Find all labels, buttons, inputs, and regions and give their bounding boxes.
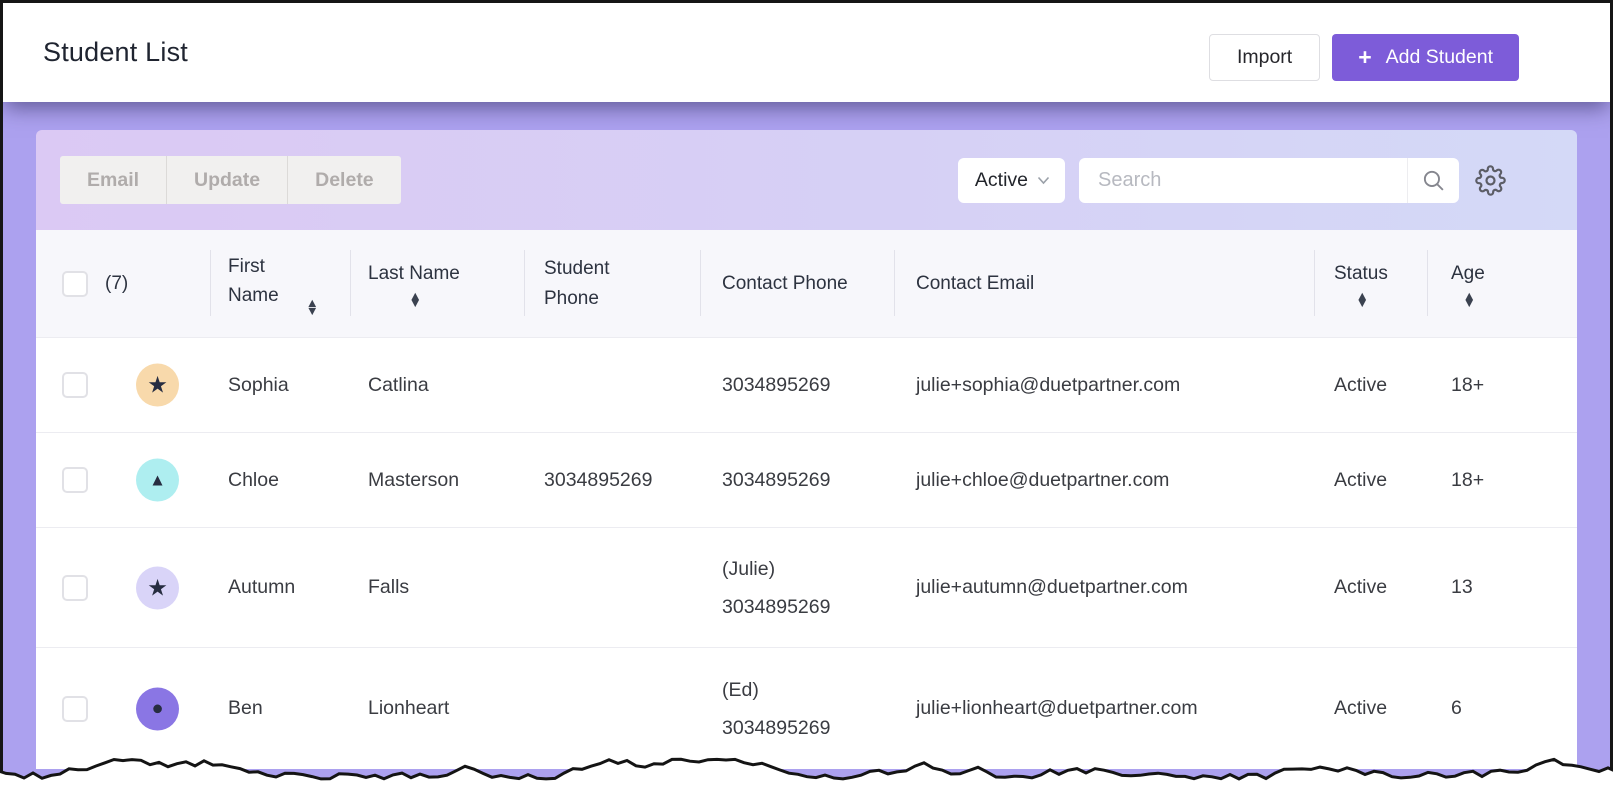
- table-row[interactable]: ● Ben Lionheart (Ed) 3034895269 julie+li…: [36, 647, 1577, 769]
- age-cell: 6: [1451, 697, 1462, 719]
- toolbar-right: Active: [957, 158, 1507, 203]
- student-phone-cell: 3034895269: [544, 468, 653, 491]
- contact-phone-cell: (Julie) 3034895269: [722, 557, 831, 618]
- search-box: [1079, 158, 1459, 203]
- sort-icon: ▲ ▼: [408, 288, 422, 311]
- sort-icon: ▲ ▼: [1462, 288, 1476, 311]
- row-checkbox[interactable]: [62, 695, 88, 722]
- contact-email-cell: julie+lionheart@duetpartner.com: [916, 697, 1198, 719]
- status-cell: Active: [1334, 468, 1388, 491]
- last-name-cell: Lionheart: [368, 697, 450, 719]
- first-name-cell: Chloe: [228, 468, 279, 491]
- update-button[interactable]: Update: [167, 156, 289, 204]
- import-button[interactable]: Import: [1208, 34, 1321, 81]
- row-checkbox[interactable]: [62, 467, 88, 493]
- settings-button[interactable]: [1473, 164, 1507, 198]
- app-header: Student List Import + Add Student: [3, 3, 1610, 102]
- column-header-contact-email: Contact Email: [894, 230, 1314, 337]
- status-cell: Active: [1334, 697, 1388, 719]
- age-cell: 13: [1451, 576, 1473, 598]
- first-name-cell: Autumn: [228, 576, 296, 598]
- search-icon: [1423, 170, 1444, 191]
- status-cell: Active: [1334, 373, 1388, 396]
- student-list-panel: Email Update Delete Active Search (7) Fi…: [36, 130, 1577, 769]
- column-header-first-name[interactable]: First Name ▲ ▼: [210, 230, 350, 337]
- table-row[interactable]: ★ Sophia Catlina 3034895269 julie+sophia…: [36, 337, 1577, 432]
- table-row[interactable]: ▲ Chloe Masterson 3034895269 3034895269 …: [36, 432, 1577, 527]
- add-student-button[interactable]: + Add Student: [1332, 34, 1519, 81]
- status-cell: Active: [1334, 576, 1388, 598]
- search-input[interactable]: [1079, 158, 1407, 203]
- row-checkbox[interactable]: [62, 372, 88, 398]
- column-header-select: (7): [36, 230, 210, 337]
- search-button[interactable]: [1407, 158, 1459, 203]
- contact-email-cell: julie+autumn@duetpartner.com: [916, 576, 1188, 598]
- contact-email-cell: julie+sophia@duetpartner.com: [916, 373, 1181, 396]
- status-filter-select[interactable]: Active: [957, 158, 1065, 203]
- avatar-icon: ●: [136, 687, 179, 730]
- column-header-last-name[interactable]: Last Name ▲ ▼: [350, 230, 524, 337]
- header-actions: Import + Add Student: [1208, 34, 1519, 81]
- age-cell: 18+: [1451, 468, 1485, 491]
- contact-phone-cell: 3034895269: [722, 469, 831, 491]
- age-cell: 18+: [1451, 373, 1485, 396]
- column-header-student-phone: Student Phone: [524, 230, 700, 337]
- column-header-age[interactable]: Age ▲ ▼: [1427, 230, 1577, 337]
- plus-icon: +: [1358, 44, 1372, 70]
- delete-button[interactable]: Delete: [288, 156, 401, 204]
- first-name-cell: Sophia: [228, 373, 289, 396]
- row-checkbox[interactable]: [62, 574, 88, 601]
- selected-count: (7): [105, 272, 129, 294]
- chevron-down-icon: [1037, 176, 1050, 185]
- toolbar: Email Update Delete Active: [36, 130, 1577, 230]
- avatar-icon: ★: [136, 566, 179, 609]
- table-row[interactable]: ★ Autumn Falls (Julie) 3034895269 julie+…: [36, 527, 1577, 647]
- email-button[interactable]: Email: [60, 156, 168, 204]
- column-header-status[interactable]: Status ▲ ▼: [1314, 230, 1427, 337]
- contact-email-cell: julie+chloe@duetpartner.com: [916, 468, 1170, 491]
- sort-icon: ▲ ▼: [305, 296, 319, 318]
- first-name-cell: Ben: [228, 697, 263, 719]
- column-header-contact-phone: Contact Phone: [700, 230, 894, 337]
- select-all-checkbox[interactable]: [62, 270, 88, 297]
- contact-phone-cell: 3034895269: [722, 374, 831, 396]
- page-title: Student List: [43, 37, 188, 67]
- last-name-cell: Catlina: [368, 373, 429, 396]
- avatar-icon: ★: [136, 363, 179, 407]
- last-name-cell: Masterson: [368, 468, 460, 491]
- table-body: ★ Sophia Catlina 3034895269 julie+sophia…: [36, 337, 1577, 769]
- last-name-cell: Falls: [368, 576, 410, 598]
- table-header-row: (7) First Name ▲ ▼ Last Name ▲ ▼ Student Pho…: [36, 230, 1577, 337]
- sort-icon: ▲ ▼: [1355, 288, 1369, 311]
- bulk-actions-group: Email Update Delete: [60, 156, 401, 204]
- avatar-icon: ▲: [136, 458, 179, 502]
- gear-icon: [1474, 165, 1506, 196]
- contact-phone-cell: (Ed) 3034895269: [722, 678, 831, 739]
